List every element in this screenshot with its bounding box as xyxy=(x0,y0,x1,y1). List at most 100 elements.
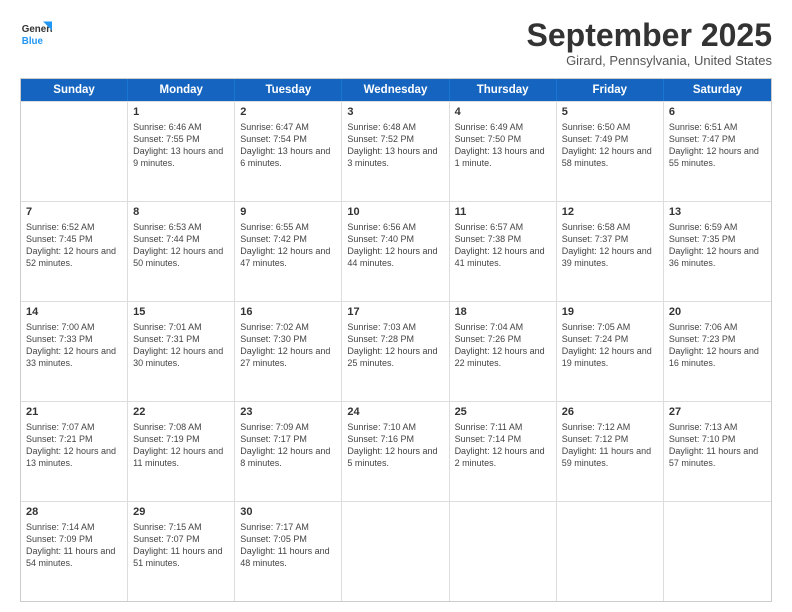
calendar-body: 1Sunrise: 6:46 AM Sunset: 7:55 PM Daylig… xyxy=(21,101,771,601)
day-number: 23 xyxy=(240,405,336,420)
cal-cell-1-1 xyxy=(21,102,128,201)
day-number: 26 xyxy=(562,405,658,420)
calendar-row-4: 21Sunrise: 7:07 AM Sunset: 7:21 PM Dayli… xyxy=(21,401,771,501)
cal-cell-2-6: 12Sunrise: 6:58 AM Sunset: 7:37 PM Dayli… xyxy=(557,202,664,301)
logo-icon: General Blue xyxy=(20,18,52,50)
day-number: 25 xyxy=(455,405,551,420)
page: General Blue September 2025 Girard, Penn… xyxy=(0,0,792,612)
title-block: September 2025 Girard, Pennsylvania, Uni… xyxy=(527,18,772,68)
day-number: 9 xyxy=(240,205,336,220)
day-number: 24 xyxy=(347,405,443,420)
cal-cell-1-2: 1Sunrise: 6:46 AM Sunset: 7:55 PM Daylig… xyxy=(128,102,235,201)
logo: General Blue xyxy=(20,18,52,50)
day-number: 15 xyxy=(133,305,229,320)
day-number: 13 xyxy=(669,205,766,220)
cell-info: Sunrise: 6:55 AM Sunset: 7:42 PM Dayligh… xyxy=(240,221,336,270)
calendar: Sunday Monday Tuesday Wednesday Thursday… xyxy=(20,78,772,602)
cal-cell-1-6: 5Sunrise: 6:50 AM Sunset: 7:49 PM Daylig… xyxy=(557,102,664,201)
day-number: 4 xyxy=(455,105,551,120)
header-friday: Friday xyxy=(557,79,664,101)
cell-info: Sunrise: 6:52 AM Sunset: 7:45 PM Dayligh… xyxy=(26,221,122,270)
day-number: 7 xyxy=(26,205,122,220)
day-number: 20 xyxy=(669,305,766,320)
day-number: 3 xyxy=(347,105,443,120)
cell-info: Sunrise: 6:47 AM Sunset: 7:54 PM Dayligh… xyxy=(240,121,336,170)
header-thursday: Thursday xyxy=(450,79,557,101)
day-number: 10 xyxy=(347,205,443,220)
cell-info: Sunrise: 7:09 AM Sunset: 7:17 PM Dayligh… xyxy=(240,421,336,470)
cal-cell-4-2: 22Sunrise: 7:08 AM Sunset: 7:19 PM Dayli… xyxy=(128,402,235,501)
day-number: 28 xyxy=(26,505,122,520)
day-number: 16 xyxy=(240,305,336,320)
cell-info: Sunrise: 7:13 AM Sunset: 7:10 PM Dayligh… xyxy=(669,421,766,470)
header-wednesday: Wednesday xyxy=(342,79,449,101)
cal-cell-5-2: 29Sunrise: 7:15 AM Sunset: 7:07 PM Dayli… xyxy=(128,502,235,601)
day-number: 6 xyxy=(669,105,766,120)
cell-info: Sunrise: 6:46 AM Sunset: 7:55 PM Dayligh… xyxy=(133,121,229,170)
day-number: 17 xyxy=(347,305,443,320)
header: General Blue September 2025 Girard, Penn… xyxy=(20,18,772,68)
cell-info: Sunrise: 7:10 AM Sunset: 7:16 PM Dayligh… xyxy=(347,421,443,470)
cal-cell-1-3: 2Sunrise: 6:47 AM Sunset: 7:54 PM Daylig… xyxy=(235,102,342,201)
cell-info: Sunrise: 6:51 AM Sunset: 7:47 PM Dayligh… xyxy=(669,121,766,170)
header-monday: Monday xyxy=(128,79,235,101)
day-number: 2 xyxy=(240,105,336,120)
day-number: 30 xyxy=(240,505,336,520)
cal-cell-2-3: 9Sunrise: 6:55 AM Sunset: 7:42 PM Daylig… xyxy=(235,202,342,301)
cell-info: Sunrise: 7:00 AM Sunset: 7:33 PM Dayligh… xyxy=(26,321,122,370)
day-number: 22 xyxy=(133,405,229,420)
cell-info: Sunrise: 7:12 AM Sunset: 7:12 PM Dayligh… xyxy=(562,421,658,470)
cell-info: Sunrise: 7:03 AM Sunset: 7:28 PM Dayligh… xyxy=(347,321,443,370)
day-number: 27 xyxy=(669,405,766,420)
day-number: 11 xyxy=(455,205,551,220)
cal-cell-5-4 xyxy=(342,502,449,601)
header-sunday: Sunday xyxy=(21,79,128,101)
cell-info: Sunrise: 7:01 AM Sunset: 7:31 PM Dayligh… xyxy=(133,321,229,370)
cell-info: Sunrise: 6:58 AM Sunset: 7:37 PM Dayligh… xyxy=(562,221,658,270)
cell-info: Sunrise: 6:48 AM Sunset: 7:52 PM Dayligh… xyxy=(347,121,443,170)
month-title: September 2025 xyxy=(527,18,772,53)
cal-cell-2-4: 10Sunrise: 6:56 AM Sunset: 7:40 PM Dayli… xyxy=(342,202,449,301)
cell-info: Sunrise: 6:56 AM Sunset: 7:40 PM Dayligh… xyxy=(347,221,443,270)
cal-cell-4-4: 24Sunrise: 7:10 AM Sunset: 7:16 PM Dayli… xyxy=(342,402,449,501)
cell-info: Sunrise: 6:57 AM Sunset: 7:38 PM Dayligh… xyxy=(455,221,551,270)
cal-cell-5-7 xyxy=(664,502,771,601)
cell-info: Sunrise: 7:15 AM Sunset: 7:07 PM Dayligh… xyxy=(133,521,229,570)
cal-cell-2-5: 11Sunrise: 6:57 AM Sunset: 7:38 PM Dayli… xyxy=(450,202,557,301)
cal-cell-4-3: 23Sunrise: 7:09 AM Sunset: 7:17 PM Dayli… xyxy=(235,402,342,501)
cell-info: Sunrise: 7:07 AM Sunset: 7:21 PM Dayligh… xyxy=(26,421,122,470)
cal-cell-1-4: 3Sunrise: 6:48 AM Sunset: 7:52 PM Daylig… xyxy=(342,102,449,201)
cell-info: Sunrise: 6:50 AM Sunset: 7:49 PM Dayligh… xyxy=(562,121,658,170)
day-number: 14 xyxy=(26,305,122,320)
cal-cell-5-3: 30Sunrise: 7:17 AM Sunset: 7:05 PM Dayli… xyxy=(235,502,342,601)
calendar-row-2: 7Sunrise: 6:52 AM Sunset: 7:45 PM Daylig… xyxy=(21,201,771,301)
cal-cell-2-7: 13Sunrise: 6:59 AM Sunset: 7:35 PM Dayli… xyxy=(664,202,771,301)
cal-cell-3-7: 20Sunrise: 7:06 AM Sunset: 7:23 PM Dayli… xyxy=(664,302,771,401)
location: Girard, Pennsylvania, United States xyxy=(527,53,772,68)
day-number: 19 xyxy=(562,305,658,320)
cal-cell-1-5: 4Sunrise: 6:49 AM Sunset: 7:50 PM Daylig… xyxy=(450,102,557,201)
cal-cell-5-6 xyxy=(557,502,664,601)
day-number: 1 xyxy=(133,105,229,120)
cell-info: Sunrise: 7:11 AM Sunset: 7:14 PM Dayligh… xyxy=(455,421,551,470)
calendar-row-1: 1Sunrise: 6:46 AM Sunset: 7:55 PM Daylig… xyxy=(21,101,771,201)
cal-cell-2-1: 7Sunrise: 6:52 AM Sunset: 7:45 PM Daylig… xyxy=(21,202,128,301)
cal-cell-3-6: 19Sunrise: 7:05 AM Sunset: 7:24 PM Dayli… xyxy=(557,302,664,401)
calendar-header: Sunday Monday Tuesday Wednesday Thursday… xyxy=(21,79,771,101)
cal-cell-3-1: 14Sunrise: 7:00 AM Sunset: 7:33 PM Dayli… xyxy=(21,302,128,401)
cell-info: Sunrise: 7:08 AM Sunset: 7:19 PM Dayligh… xyxy=(133,421,229,470)
cal-cell-1-7: 6Sunrise: 6:51 AM Sunset: 7:47 PM Daylig… xyxy=(664,102,771,201)
cell-info: Sunrise: 7:02 AM Sunset: 7:30 PM Dayligh… xyxy=(240,321,336,370)
cal-cell-5-5 xyxy=(450,502,557,601)
cal-cell-3-2: 15Sunrise: 7:01 AM Sunset: 7:31 PM Dayli… xyxy=(128,302,235,401)
cell-info: Sunrise: 7:06 AM Sunset: 7:23 PM Dayligh… xyxy=(669,321,766,370)
cal-cell-2-2: 8Sunrise: 6:53 AM Sunset: 7:44 PM Daylig… xyxy=(128,202,235,301)
cal-cell-3-4: 17Sunrise: 7:03 AM Sunset: 7:28 PM Dayli… xyxy=(342,302,449,401)
cal-cell-3-3: 16Sunrise: 7:02 AM Sunset: 7:30 PM Dayli… xyxy=(235,302,342,401)
cell-info: Sunrise: 6:53 AM Sunset: 7:44 PM Dayligh… xyxy=(133,221,229,270)
cell-info: Sunrise: 7:17 AM Sunset: 7:05 PM Dayligh… xyxy=(240,521,336,570)
cell-info: Sunrise: 7:05 AM Sunset: 7:24 PM Dayligh… xyxy=(562,321,658,370)
cal-cell-4-6: 26Sunrise: 7:12 AM Sunset: 7:12 PM Dayli… xyxy=(557,402,664,501)
day-number: 12 xyxy=(562,205,658,220)
cell-info: Sunrise: 7:14 AM Sunset: 7:09 PM Dayligh… xyxy=(26,521,122,570)
